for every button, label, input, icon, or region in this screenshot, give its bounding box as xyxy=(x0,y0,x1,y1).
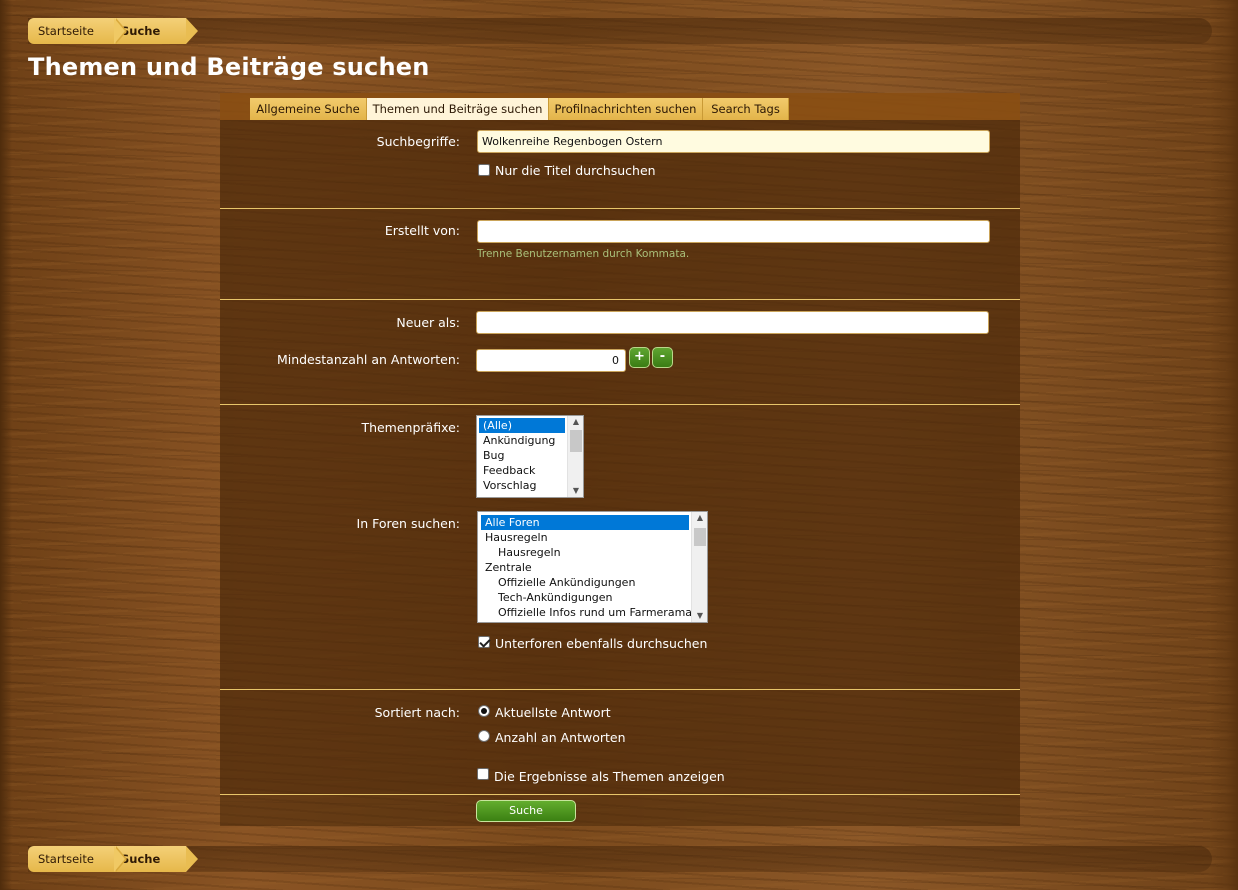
forum-option[interactable]: Tech-Ankündigungen xyxy=(481,590,689,605)
keywords-input[interactable]: Wolkenreihe Regenbogen Ostern xyxy=(477,130,990,153)
frame-edge-left xyxy=(0,0,12,890)
prefix-option[interactable]: Feedback xyxy=(479,463,565,478)
forums-scroll-thumb[interactable] xyxy=(694,528,706,546)
prefix-option[interactable]: Ankündigung xyxy=(479,433,565,448)
sort-replies-radio[interactable] xyxy=(478,730,490,742)
breadcrumb-end-arrow xyxy=(186,18,198,44)
newer-than-label: Neuer als: xyxy=(396,315,460,330)
as-threads-checkbox[interactable] xyxy=(477,768,489,780)
decrement-button[interactable]: - xyxy=(652,347,673,368)
breadcrumb-home-link[interactable]: Startseite xyxy=(28,846,116,872)
breadcrumb-end-arrow xyxy=(186,846,198,872)
tabs-bar: Allgemeine Suche Themen und Beiträge suc… xyxy=(220,93,1020,120)
prefixes-label: Themenpräfixe: xyxy=(361,420,460,435)
created-by-hint: Trenne Benutzernamen durch Kommata. xyxy=(477,248,690,260)
forums-listbox[interactable]: Alle Foren Hausregeln Hausregeln Zentrale Of… xyxy=(477,511,708,623)
forums-options: Alle Foren Hausregeln Hausregeln Zentrale Of… xyxy=(481,515,707,620)
forum-option[interactable]: Hausregeln xyxy=(481,545,689,560)
subforums-checkbox[interactable] xyxy=(478,636,490,648)
sort-recent-label: Aktuellste Antwort xyxy=(495,705,611,720)
breadcrumb-bottom: Startseite Suche xyxy=(28,846,1212,872)
prefix-option[interactable]: Vorschlag xyxy=(479,478,565,493)
increment-button[interactable]: + xyxy=(629,347,650,368)
scroll-up-icon[interactable]: ▲ xyxy=(568,416,583,428)
breadcrumb-top: Startseite Suche xyxy=(28,18,1212,44)
sort-label: Sortiert nach: xyxy=(374,705,460,720)
search-submit-button[interactable]: Suche xyxy=(476,800,576,822)
keywords-label: Suchbegriffe: xyxy=(376,134,460,149)
min-replies-label: Mindestanzahl an Antworten: xyxy=(276,352,460,367)
forum-option[interactable]: Zentrale xyxy=(481,560,689,575)
section-divider xyxy=(220,794,1020,795)
tab-search-tags[interactable]: Search Tags xyxy=(703,98,789,120)
titles-only-checkbox[interactable] xyxy=(478,164,490,176)
prefix-option[interactable]: Bug xyxy=(479,448,565,463)
scroll-down-icon[interactable]: ▼ xyxy=(692,610,707,622)
prefixes-scrollbar[interactable]: ▲ ▼ xyxy=(567,416,583,497)
frame-edge-right xyxy=(1210,0,1238,890)
section-keywords: Suchbegriffe: Wolkenreihe Regenbogen Ost… xyxy=(220,120,1020,208)
forum-option[interactable]: Offizielle Infos rund um Farmerama xyxy=(481,605,692,620)
forum-option[interactable]: Alle Foren xyxy=(481,515,689,530)
tab-profile-messages-search[interactable]: Profilnachrichten suchen xyxy=(549,98,703,120)
tab-general-search[interactable]: Allgemeine Suche xyxy=(250,98,367,120)
created-by-label: Erstellt von: xyxy=(384,223,460,238)
breadcrumb-separator-inner xyxy=(114,18,125,44)
forums-scrollbar[interactable]: ▲ ▼ xyxy=(691,512,707,622)
scroll-down-icon[interactable]: ▼ xyxy=(568,485,583,497)
newer-than-input[interactable] xyxy=(476,311,989,334)
forum-option[interactable]: Offizielle Ankündigungen xyxy=(481,575,689,590)
search-form: Allgemeine Suche Themen und Beiträge suc… xyxy=(220,93,1020,826)
prefixes-listbox[interactable]: (Alle) Ankündigung Bug Feedback Vorschlag ▲ … xyxy=(476,415,584,498)
sort-recent-radio[interactable] xyxy=(478,705,490,717)
scroll-up-icon[interactable]: ▲ xyxy=(692,512,707,524)
titles-only-label: Nur die Titel durchsuchen xyxy=(495,163,656,178)
forums-label: In Foren suchen: xyxy=(356,516,460,531)
prefixes-scroll-thumb[interactable] xyxy=(570,430,582,452)
as-threads-label: Die Ergebnisse als Themen anzeigen xyxy=(494,769,725,784)
breadcrumb-separator-inner xyxy=(114,846,125,872)
min-replies-input[interactable]: 0 xyxy=(476,349,626,372)
subforums-label: Unterforen ebenfalls durchsuchen xyxy=(495,636,708,651)
tab-threads-posts-search[interactable]: Themen und Beiträge suchen xyxy=(367,98,549,120)
prefix-option[interactable]: (Alle) xyxy=(479,418,565,433)
created-by-input[interactable] xyxy=(477,220,990,243)
forum-option[interactable]: Hausregeln xyxy=(481,530,689,545)
sort-replies-label: Anzahl an Antworten xyxy=(495,730,626,745)
page-title: Themen und Beiträge suchen xyxy=(28,53,430,81)
breadcrumb-home-link[interactable]: Startseite xyxy=(28,18,116,44)
